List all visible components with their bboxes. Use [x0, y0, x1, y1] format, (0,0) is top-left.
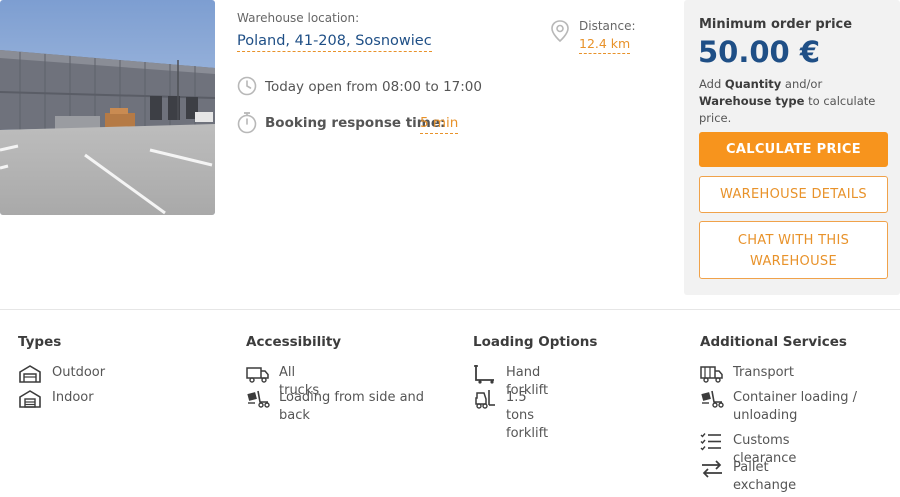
list-item-label: Container loading / unloading: [733, 390, 858, 423]
price-panel: Minimum order price 50.00 € Add Quantity…: [684, 0, 900, 295]
forklift-icon: [475, 390, 495, 409]
map-pin-icon: [551, 20, 569, 43]
minimum-price: 50.00 €: [698, 35, 821, 69]
list-item-label: Outdoor: [52, 365, 106, 380]
list-item-label: Transport: [733, 365, 795, 380]
checklist-icon: [700, 433, 721, 451]
distance-label: Distance:: [579, 19, 636, 33]
response-time-value: 5 min: [420, 115, 459, 134]
location-link[interactable]: Poland, 41-208, Sosnowiec: [237, 33, 432, 52]
section-divider: [0, 309, 900, 310]
truck-icon: [246, 367, 269, 383]
list-item-label: Pallet exchange: [733, 460, 797, 493]
location-label: Warehouse location:: [237, 11, 360, 25]
loading-options-section: Loading Options Hand forklift 1.5 tons f…: [473, 334, 598, 441]
hand-forklift-icon: [474, 365, 494, 384]
list-item-label: 1.5 tons forklift: [506, 390, 549, 441]
opening-hours: Today open from 08:00 to 17:00: [265, 79, 482, 95]
loading-dolly-icon: [247, 390, 270, 408]
calculate-price-button[interactable]: CALCULATE PRICE: [699, 132, 888, 167]
warehouse-building-icon: [19, 390, 41, 408]
accessibility-title: Accessibility: [246, 334, 342, 350]
list-item-label: Loading from side and back: [279, 390, 425, 423]
warehouse-info: Warehouse location: Poland, 41-208, Sosn…: [237, 0, 667, 300]
outdoor-shelter-icon: [19, 365, 41, 383]
container-loading-icon: [701, 390, 724, 408]
warehouse-details-button[interactable]: WAREHOUSE DETAILS: [699, 176, 888, 213]
additional-services-section: Additional Services Transport Container …: [700, 334, 857, 493]
list-item-label: Indoor: [52, 390, 94, 405]
exchange-arrows-icon: [702, 460, 722, 478]
warehouse-photo[interactable]: [0, 0, 215, 215]
stopwatch-icon: [237, 112, 257, 134]
accessibility-section: Accessibility All trucks Loading from si…: [246, 334, 424, 423]
additional-services-title: Additional Services: [700, 334, 847, 350]
price-title: Minimum order price: [699, 17, 853, 32]
loading-options-title: Loading Options: [473, 334, 598, 350]
types-section: Types Outdoor Indoor: [18, 334, 105, 408]
types-title: Types: [18, 334, 62, 350]
response-time-label: Booking response time:: [265, 115, 446, 131]
price-note: Add Quantity and/or Warehouse type to ca…: [699, 77, 876, 125]
chat-with-warehouse-button[interactable]: CHAT WITH THIS WAREHOUSE: [699, 221, 888, 279]
distance-value: 12.4 km: [579, 36, 631, 54]
clock-icon: [237, 76, 257, 96]
transport-truck-icon: [700, 366, 723, 383]
